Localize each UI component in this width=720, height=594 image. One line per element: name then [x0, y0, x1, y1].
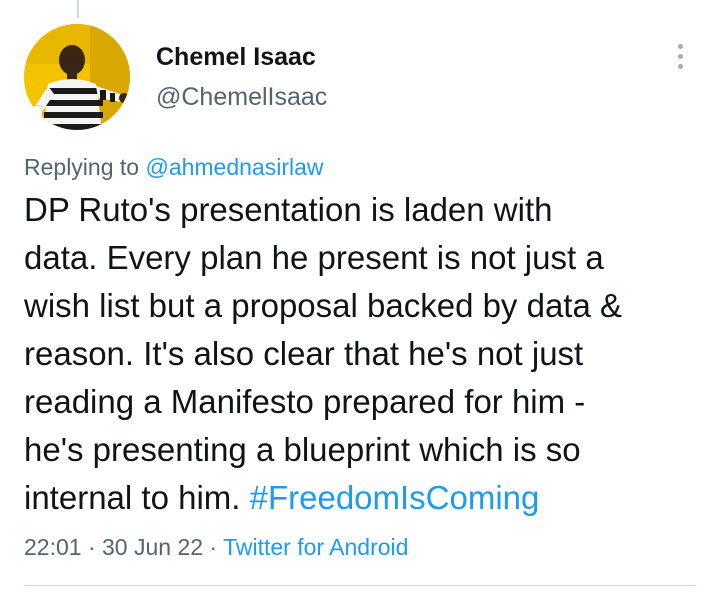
replying-to-line: Replying to @ahmednasirlaw — [24, 152, 324, 182]
tweet-metadata: 22:01 · 30 Jun 22 · Twitter for Android — [24, 532, 408, 562]
meta-separator: · — [81, 534, 103, 560]
thread-connector-line — [77, 0, 79, 18]
tweet-text-line: reason. It's also clear that he's not ju… — [24, 335, 584, 372]
more-vertical-icon-dot — [677, 63, 683, 69]
tweet-text-line: data. Every plan he present is not just … — [24, 239, 604, 276]
tweet-text-line-content: internal to him. — [24, 479, 250, 516]
divider — [24, 585, 696, 586]
avatar-image — [24, 24, 130, 130]
avatar[interactable] — [24, 24, 130, 130]
tweet-text-line: wish list but a proposal backed by data … — [24, 287, 623, 324]
hashtag-link[interactable]: #FreedomIsComing — [250, 479, 540, 516]
user-display-name[interactable]: Chemel Isaac — [156, 42, 316, 72]
tweet-text-line: reading a Manifesto prepared for him - — [24, 383, 586, 420]
more-vertical-icon — [677, 43, 683, 49]
meta-separator: · — [203, 534, 224, 560]
more-vertical-icon-dot — [677, 53, 683, 59]
user-handle[interactable]: @ChemelIsaac — [156, 82, 327, 112]
tweet-date[interactable]: 30 Jun 22 — [102, 534, 203, 560]
tweet-text-last-line: internal to him. #FreedomIsComing — [24, 474, 714, 522]
tweet-text-line: DP Ruto's presentation is laden with — [24, 191, 553, 228]
tweet-time[interactable]: 22:01 — [24, 534, 82, 560]
tweet-text-line: he's presenting a blueprint which is so — [24, 431, 581, 468]
more-options-button[interactable] — [664, 38, 696, 74]
tweet-text: DP Ruto's presentation is laden with dat… — [24, 186, 714, 522]
tweet-source-link[interactable]: Twitter for Android — [223, 534, 408, 560]
replying-to-prefix: Replying to — [24, 154, 146, 180]
replying-to-handle-link[interactable]: @ahmednasirlaw — [145, 154, 323, 180]
